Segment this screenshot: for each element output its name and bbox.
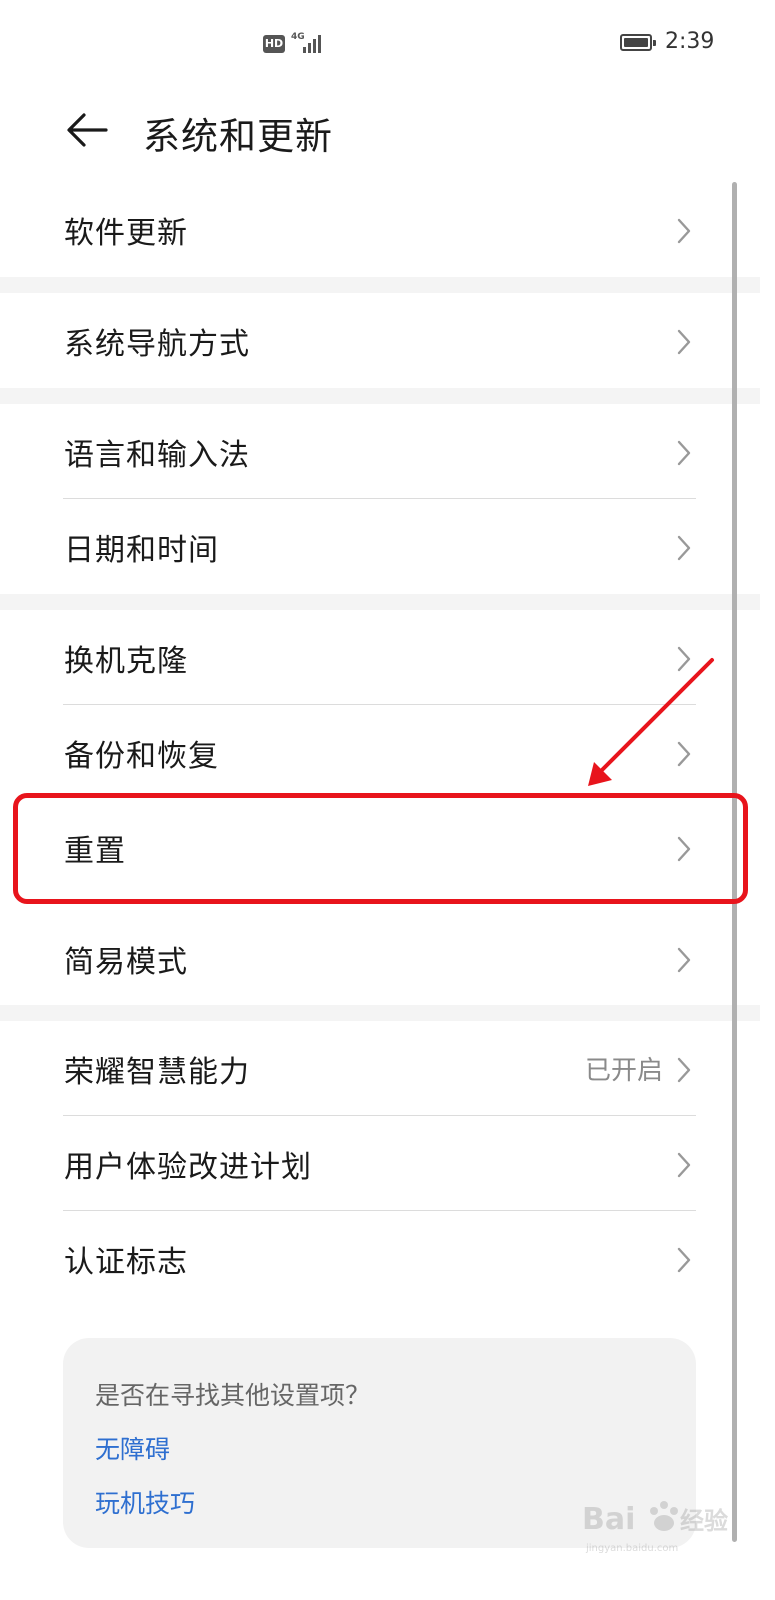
- settings-item-user-experience[interactable]: 用户体验改进计划: [0, 1116, 760, 1211]
- item-label: 语言和输入法: [64, 437, 250, 473]
- item-label: 用户体验改进计划: [64, 1149, 312, 1185]
- status-value: 已开启: [584, 1056, 663, 1086]
- link-tips[interactable]: 玩机技巧: [95, 1484, 195, 1520]
- settings-group-language-time: 语言和输入法 日期和时间: [0, 404, 760, 594]
- item-label: 系统导航方式: [64, 326, 250, 362]
- scrollbar[interactable]: [732, 182, 737, 1542]
- item-label: 荣耀智慧能力: [64, 1054, 250, 1090]
- status-time: 2:39: [665, 29, 715, 54]
- battery-icon: [620, 34, 656, 51]
- back-button[interactable]: [62, 105, 112, 155]
- settings-item-phone-clone[interactable]: 换机克隆: [0, 610, 760, 705]
- back-arrow-icon: [67, 113, 108, 147]
- settings-item-reset[interactable]: 重置: [0, 800, 760, 895]
- item-label: 重置: [64, 833, 126, 869]
- item-label: 日期和时间: [64, 532, 219, 568]
- svg-text:Bai: Bai: [582, 1502, 635, 1537]
- settings-item-simple-mode[interactable]: 简易模式: [0, 911, 760, 1006]
- hd-badge: HD: [263, 35, 285, 53]
- chevron-right-icon: [677, 218, 691, 244]
- chevron-right-icon: [677, 836, 691, 862]
- item-label: 简易模式: [64, 944, 188, 980]
- chevron-right-icon: [677, 1152, 691, 1178]
- chevron-right-icon: [677, 1057, 691, 1083]
- chevron-right-icon: [677, 947, 691, 973]
- signal-icon: [303, 35, 321, 53]
- settings-item-certification[interactable]: 认证标志: [0, 1211, 760, 1306]
- group-separator: [0, 1005, 760, 1021]
- status-bar: HD 4G 2:39: [0, 0, 775, 90]
- svg-text:jingyan.baidu.com: jingyan.baidu.com: [585, 1543, 678, 1554]
- suggestion-title: 是否在寻找其他设置项？: [95, 1381, 371, 1410]
- item-label: 备份和恢复: [64, 738, 219, 774]
- chevron-right-icon: [677, 535, 691, 561]
- settings-item-system-navigation[interactable]: 系统导航方式: [0, 293, 760, 388]
- chevron-right-icon: [677, 440, 691, 466]
- chevron-right-icon: [677, 329, 691, 355]
- group-separator: [0, 594, 760, 610]
- item-label: 软件更新: [64, 215, 188, 251]
- baidu-watermark-logo: Bai 经验 jingyan.baidu.com: [582, 1501, 728, 1554]
- settings-group-update: 软件更新: [0, 182, 760, 277]
- settings-item-language-input[interactable]: 语言和输入法: [0, 404, 760, 499]
- settings-item-honor-intelligence[interactable]: 荣耀智慧能力 已开启: [0, 1021, 760, 1116]
- chevron-right-icon: [677, 741, 691, 767]
- settings-item-software-update[interactable]: 软件更新: [0, 182, 760, 277]
- svg-text:经验: 经验: [680, 1507, 728, 1535]
- settings-group-navigation: 系统导航方式: [0, 293, 760, 388]
- app-header: 系统和更新: [0, 90, 775, 180]
- chevron-right-icon: [677, 1247, 691, 1273]
- group-separator: [0, 388, 760, 404]
- item-label: 换机克隆: [64, 643, 188, 679]
- page-title: 系统和更新: [143, 115, 333, 158]
- settings-group-backup-reset: 换机克隆 备份和恢复 重置 简易模式: [0, 610, 760, 1006]
- group-separator: [0, 277, 760, 293]
- link-accessibility[interactable]: 无障碍: [95, 1430, 170, 1466]
- settings-item-backup-restore[interactable]: 备份和恢复: [0, 705, 760, 800]
- settings-item-date-time[interactable]: 日期和时间: [0, 499, 760, 594]
- settings-page: HD 4G 2:39 系统和更新 软件更新 系统导航方式 语言和输入法 日期和时…: [0, 0, 775, 1600]
- item-label: 认证标志: [64, 1244, 188, 1280]
- chevron-right-icon: [677, 646, 691, 672]
- settings-group-honor: 荣耀智慧能力 已开启 用户体验改进计划 认证标志: [0, 1021, 760, 1306]
